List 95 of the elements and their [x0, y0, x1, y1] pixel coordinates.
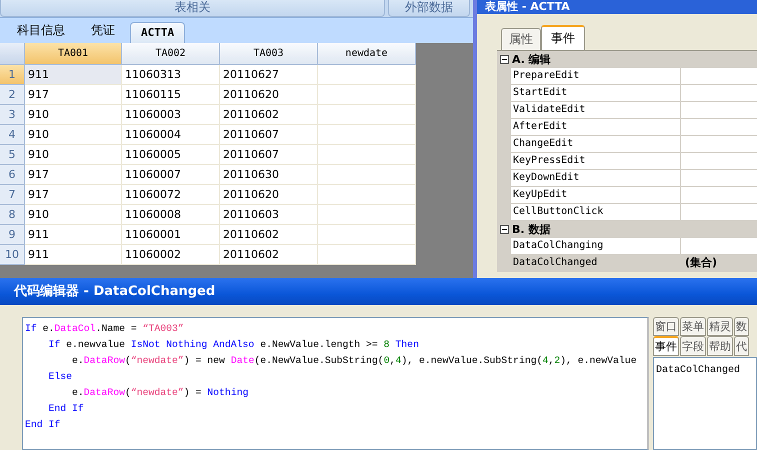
table-cell: 11060313 [122, 65, 220, 85]
panel-tab[interactable]: 字段 [680, 336, 706, 356]
table-cell: 11060008 [122, 205, 220, 225]
document-tab[interactable]: 凭证 [80, 18, 126, 43]
column-header[interactable]: TA003 [220, 43, 318, 65]
table-cell: 20110627 [220, 65, 318, 85]
property-name[interactable]: CellButtonClick [511, 204, 681, 221]
property-name[interactable]: DataColChanging [511, 238, 681, 255]
table-cell: 910 [25, 205, 122, 225]
column-header[interactable]: TA001 [25, 43, 122, 65]
section-header: B. 数据 [512, 222, 550, 237]
code-line: e.DataRow(“newdate”) = new Date(e.NewValue.SubString(0,4), e.newValue.SubString(4,2), e.newValue [72, 355, 637, 366]
ribbon-group-button[interactable]: 外部数据 [388, 0, 470, 17]
row-header[interactable]: 7 [0, 185, 25, 205]
table-cell: 11060004 [122, 125, 220, 145]
row-header[interactable]: 1 [0, 65, 25, 85]
table-cell: 20110602 [220, 245, 318, 265]
properties-tab[interactable]: 属性 [501, 28, 541, 50]
code-line: End If [48, 403, 84, 414]
table-cell: 917 [25, 165, 122, 185]
property-value[interactable] [681, 187, 757, 204]
code-line: e.DataRow(“newdate”) = Nothing [72, 387, 248, 398]
panel-tab[interactable]: 菜单 [680, 317, 706, 336]
table-cell: 910 [25, 145, 122, 165]
event-list-item[interactable]: DataColChanged [656, 364, 740, 377]
panel-tab[interactable]: 窗口 [653, 317, 679, 336]
property-value[interactable] [681, 119, 757, 136]
property-name[interactable]: PrepareEdit [511, 68, 681, 85]
table-cell: 20110607 [220, 125, 318, 145]
panel-tab[interactable]: 数 [734, 317, 749, 336]
table-cell: 917 [25, 185, 122, 205]
document-tab[interactable]: 科目信息 [6, 18, 76, 43]
code-editor[interactable] [22, 317, 649, 450]
table-cell: 20110607 [220, 145, 318, 165]
property-value[interactable] [681, 68, 757, 85]
document-tab[interactable]: ACTTA [130, 22, 186, 43]
property-value[interactable] [681, 153, 757, 170]
panel-tab[interactable]: 代 [734, 336, 749, 356]
table-cell: 911 [25, 245, 122, 265]
column-header[interactable]: newdate [318, 43, 416, 65]
row-header[interactable]: 4 [0, 125, 25, 145]
property-name[interactable]: KeyDownEdit [511, 170, 681, 187]
code-line: If e.DataCol.Name = “TA003” [25, 323, 184, 334]
table-cell: 911 [25, 65, 122, 85]
property-name[interactable]: AfterEdit [511, 119, 681, 136]
property-value[interactable] [681, 136, 757, 153]
code-line: End If [25, 419, 60, 430]
table-cell: 20110620 [220, 85, 318, 105]
row-header[interactable]: 5 [0, 145, 25, 165]
collapse-icon[interactable] [500, 225, 509, 234]
table-cell: 11060002 [122, 245, 220, 265]
collapse-icon[interactable] [500, 55, 509, 64]
table-cell: 910 [25, 125, 122, 145]
table-cell: 20110602 [220, 225, 318, 245]
row-header[interactable]: 6 [0, 165, 25, 185]
table-cell: 917 [25, 85, 122, 105]
row-header[interactable]: 2 [0, 85, 25, 105]
panel-tab[interactable]: 帮助 [707, 336, 733, 356]
table-cell: 11060001 [122, 225, 220, 245]
column-header[interactable]: TA002 [122, 43, 220, 65]
table-cell: 11060007 [122, 165, 220, 185]
property-value[interactable] [681, 170, 757, 187]
properties-tab[interactable]: 事件 [541, 25, 585, 50]
table-cell: 911 [25, 225, 122, 245]
property-value[interactable] [681, 85, 757, 102]
row-header[interactable]: 3 [0, 105, 25, 125]
table-cell: 11060115 [122, 85, 220, 105]
ribbon-group-button[interactable]: 表相关 [0, 0, 385, 17]
property-value[interactable] [681, 238, 757, 255]
row-header[interactable]: 10 [0, 245, 25, 265]
table-cell: 20110630 [220, 165, 318, 185]
code-line: If e.newvalue IsNot Nothing AndAlso e.NewValue.length >= 8 Then [48, 339, 419, 350]
table-cell: 20110620 [220, 185, 318, 205]
property-value[interactable] [681, 204, 757, 221]
property-name[interactable]: KeyUpEdit [511, 187, 681, 204]
row-header[interactable]: 9 [0, 225, 25, 245]
panel-tab[interactable]: 精灵 [707, 317, 733, 336]
select-all-corner[interactable] [0, 43, 25, 65]
row-header[interactable]: 8 [0, 205, 25, 225]
table-cell: 11060005 [122, 145, 220, 165]
table-cell: 11060072 [122, 185, 220, 205]
property-name[interactable]: ChangeEdit [511, 136, 681, 153]
table-cell: 11060003 [122, 105, 220, 125]
window-title: 代码编辑器 - DataColChanged [0, 278, 757, 305]
table-cell: 910 [25, 105, 122, 125]
property-name[interactable]: KeyPressEdit [511, 153, 681, 170]
property-value[interactable] [681, 102, 757, 119]
code-line: Else [48, 371, 72, 382]
table-cell: 20110603 [220, 205, 318, 225]
panel-tab[interactable]: 事件 [653, 336, 679, 356]
property-name[interactable]: StartEdit [511, 85, 681, 102]
property-name[interactable]: ValidateEdit [511, 102, 681, 119]
window-title: 表属性 - ACTTA [477, 0, 757, 14]
section-header: A. 编辑 [512, 52, 551, 67]
table-cell: 20110602 [220, 105, 318, 125]
